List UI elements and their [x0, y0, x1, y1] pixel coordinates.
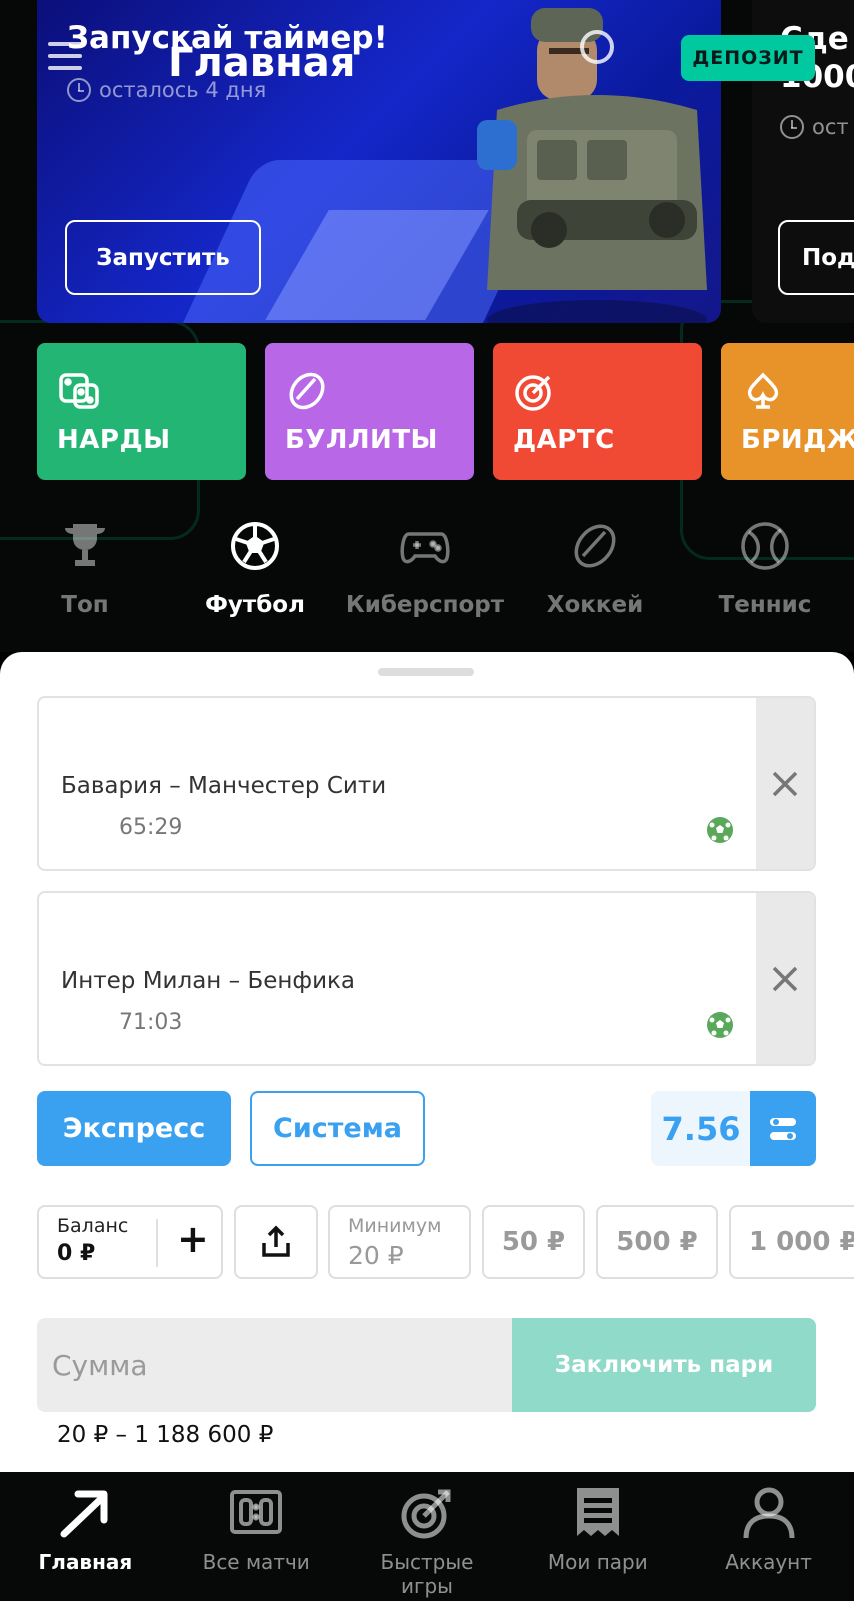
spade-icon	[747, 372, 779, 409]
balance-value: 0 ₽	[57, 1241, 96, 1266]
system-tab-button[interactable]: Система	[250, 1091, 425, 1166]
tennis-ball-icon	[741, 522, 789, 570]
top-section: Запускай таймер! осталось 4 дня Запустит…	[0, 0, 854, 652]
page-title: Главная	[168, 40, 356, 86]
user-icon	[743, 1487, 795, 1539]
minimum-value: 20 ₽	[348, 1241, 404, 1270]
soccer-ball-icon	[707, 817, 733, 843]
minimum-chip[interactable]: Минимум 20 ₽	[328, 1205, 471, 1279]
bet-card: Ничья (осн. время) 5.60 Интер Милан – Бе…	[37, 891, 816, 1066]
puck-icon	[574, 524, 616, 568]
close-icon	[772, 771, 798, 796]
sum-input[interactable]	[37, 1318, 513, 1412]
soccer-ball-icon	[231, 522, 279, 570]
express-tab-button[interactable]: Экспресс	[37, 1091, 231, 1166]
bet-match: Бавария – Манчестер Сити	[61, 773, 387, 799]
bet-match: Интер Милан – Бенфика	[61, 968, 356, 994]
menu-icon[interactable]	[48, 42, 82, 72]
bet-card: Поб 2 (осн. время) 1.35 Бавария – Манчес…	[37, 696, 816, 871]
game-tile-darts[interactable]: ДАРТС	[493, 343, 702, 480]
sport-tab-football[interactable]: Футбол	[170, 520, 340, 618]
bet-time: 65:29	[119, 815, 183, 840]
toggle-settings-icon	[770, 1117, 796, 1140]
dart-target-icon	[401, 1489, 451, 1539]
sport-tab-hockey[interactable]: Хоккей	[510, 520, 680, 618]
tab-label: Аккаунт	[725, 1550, 812, 1574]
tab-quick-games[interactable]: Быстрые игры	[342, 1472, 513, 1601]
place-bet-button[interactable]: Заключить пари	[512, 1318, 816, 1412]
arrow-icon	[60, 1490, 108, 1538]
bet-score: 2:1	[61, 1010, 101, 1035]
top-up-button[interactable]: +	[177, 1217, 209, 1261]
game-tile-nardy[interactable]: НАРДЫ	[37, 343, 246, 480]
trophy-icon	[65, 524, 105, 566]
tab-label: Мои пари	[547, 1550, 648, 1574]
tab-my-bets[interactable]: Мои пари	[512, 1472, 683, 1601]
divider	[156, 1219, 158, 1267]
sport-tab-esports[interactable]: Киберспорт	[340, 520, 510, 618]
sport-tab-label: Топ	[61, 592, 109, 618]
game-tile-label: БРИДЖ	[741, 425, 854, 455]
minimum-label: Минимум	[348, 1215, 442, 1237]
tab-account[interactable]: Аккаунт	[683, 1472, 854, 1601]
sport-tab-tennis[interactable]: Теннис	[680, 520, 850, 618]
dice-icon	[59, 373, 99, 409]
sport-tab-label: Футбол	[205, 592, 305, 618]
quick-games-row: НАРДЫ БУЛЛИТЫ ДАРТС БРИДЖ	[37, 343, 854, 480]
target-icon	[515, 375, 551, 411]
sports-tabs: Топ Футбол Киберспорт Хоккей Теннис	[0, 520, 854, 618]
puck-icon	[289, 372, 325, 410]
remove-bet-button[interactable]	[756, 893, 814, 1064]
bet-market: Ничья (осн. время)	[61, 911, 390, 946]
bet-odds: 5.60	[661, 911, 736, 946]
sport-tab-label: Киберспорт	[345, 592, 505, 618]
deposit-button[interactable]: ДЕПОЗИТ	[681, 35, 815, 81]
tab-all-matches[interactable]: Все матчи	[171, 1472, 342, 1601]
game-tile-label: БУЛЛИТЫ	[285, 425, 438, 455]
promo-next-time-left-text: ост	[812, 115, 849, 139]
game-tile-bullity[interactable]: БУЛЛИТЫ	[265, 343, 474, 480]
game-tile-bridge[interactable]: БРИДЖ	[721, 343, 854, 480]
clock-icon	[780, 115, 804, 139]
promo-banner[interactable]: Запускай таймер! осталось 4 дня Запустит…	[37, 0, 721, 323]
total-odds: 7.56	[651, 1091, 751, 1166]
tab-label: Все матчи	[202, 1550, 310, 1574]
promo-next-button[interactable]: Под	[778, 220, 854, 295]
quick-amount-50[interactable]: 50 ₽	[482, 1205, 585, 1279]
sheet-drag-handle[interactable]	[378, 668, 474, 676]
remove-bet-button[interactable]	[756, 698, 814, 869]
tab-label: Главная	[38, 1550, 133, 1574]
receipt-icon	[576, 1488, 619, 1536]
gamepad-icon	[400, 532, 450, 564]
share-icon	[262, 1225, 290, 1257]
bet-market: Поб 2 (осн. время)	[61, 716, 383, 751]
bet-range: 20 ₽ – 1 188 600 ₽	[57, 1422, 274, 1448]
bet-score: 0:1	[61, 815, 101, 840]
promo-next-time-left: ост	[780, 115, 849, 139]
share-button[interactable]	[234, 1205, 318, 1279]
close-icon	[772, 966, 798, 991]
bet-time: 71:03	[119, 1010, 183, 1035]
clock-icon	[67, 78, 91, 102]
quick-amount-1000[interactable]: 1 000 ₽	[729, 1205, 854, 1279]
sport-tab-label: Хоккей	[546, 592, 644, 618]
game-tile-label: НАРДЫ	[57, 425, 171, 455]
sport-tab-top[interactable]: Топ	[0, 520, 170, 618]
tab-label: Быстрые игры	[380, 1550, 474, 1598]
bet-odds: 1.35	[661, 716, 736, 751]
balance-label: Баланс	[57, 1215, 129, 1237]
promo-launch-button[interactable]: Запустить	[65, 220, 261, 295]
scoreboard-icon	[230, 1490, 283, 1534]
bottom-tab-bar: Главная Все матчи Быстрые игры Мои пари	[0, 1472, 854, 1601]
bet-settings-button[interactable]	[750, 1091, 816, 1166]
quick-amount-500[interactable]: 500 ₽	[596, 1205, 718, 1279]
game-tile-label: ДАРТС	[513, 425, 615, 455]
search-icon[interactable]	[580, 30, 614, 64]
tab-home[interactable]: Главная	[0, 1472, 171, 1601]
sport-tab-label: Теннис	[718, 592, 812, 618]
balance-chip: Баланс 0 ₽ +	[37, 1205, 223, 1279]
soccer-ball-icon	[707, 1012, 733, 1038]
